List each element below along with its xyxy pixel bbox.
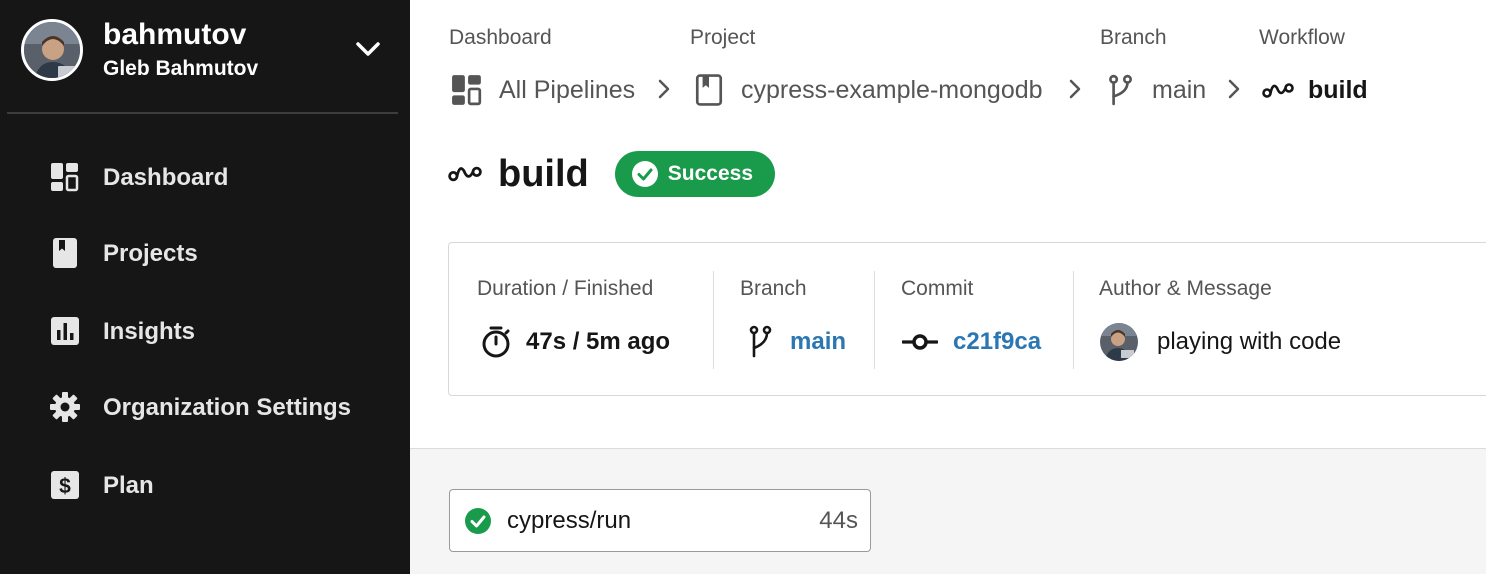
chevron-right-icon bbox=[1228, 79, 1240, 99]
branch-label: Branch bbox=[740, 277, 807, 300]
dollar-icon: $ bbox=[51, 471, 79, 499]
git-commit-icon bbox=[902, 334, 938, 350]
success-check-icon bbox=[465, 508, 491, 534]
breadcrumb-label: build bbox=[1308, 75, 1368, 104]
info-divider bbox=[1073, 271, 1074, 369]
svg-text:$: $ bbox=[59, 475, 71, 498]
project-book-icon bbox=[695, 74, 723, 106]
branch-link[interactable]: main bbox=[790, 328, 846, 356]
account-full-name: Gleb Bahmutov bbox=[103, 57, 259, 80]
dashboard-icon bbox=[51, 163, 79, 192]
sidebar-item-label: Organization Settings bbox=[103, 394, 352, 421]
breadcrumb-heading-dashboard: Dashboard bbox=[449, 26, 552, 49]
sidebar-divider bbox=[7, 112, 398, 114]
gear-icon bbox=[50, 392, 80, 422]
breadcrumb-branch[interactable]: main bbox=[1104, 70, 1206, 110]
chevron-right-icon bbox=[658, 79, 670, 99]
workflow-icon bbox=[1262, 83, 1294, 98]
stopwatch-icon bbox=[482, 326, 510, 358]
status-badge: Success bbox=[614, 151, 775, 197]
sidebar-item-label: Insights bbox=[103, 318, 196, 345]
job-card[interactable]: cypress/run 44s bbox=[449, 489, 871, 552]
workflow-info-card: Duration / Finished 47s / 5m ago Branch … bbox=[448, 242, 1486, 396]
job-name: cypress/run bbox=[507, 507, 632, 534]
sidebar-item-plan[interactable]: $ Plan bbox=[0, 458, 410, 514]
git-branch-icon bbox=[1109, 74, 1132, 106]
duration-text: 47s / 5m ago bbox=[526, 328, 671, 355]
breadcrumb-heading-workflow: Workflow bbox=[1259, 26, 1345, 49]
account-switcher[interactable]: bahmutov Gleb Bahmutov bbox=[0, 0, 410, 110]
info-divider bbox=[713, 271, 714, 369]
avatar bbox=[21, 19, 83, 81]
breadcrumb-project[interactable]: cypress-example-mongodb bbox=[693, 70, 1043, 110]
chevron-right-icon bbox=[1069, 79, 1081, 99]
branch-value[interactable]: main bbox=[745, 325, 846, 359]
breadcrumb-label: cypress-example-mongodb bbox=[741, 75, 1043, 104]
page-title: build bbox=[498, 152, 589, 195]
status-badge-label: Success bbox=[667, 162, 753, 185]
sidebar-item-label: Projects bbox=[103, 240, 198, 267]
check-circle-icon bbox=[631, 161, 658, 187]
info-divider bbox=[874, 271, 875, 369]
commit-message: playing with code bbox=[1157, 328, 1342, 355]
author-message-label: Author & Message bbox=[1099, 277, 1272, 300]
dashboard-icon bbox=[452, 75, 482, 106]
duration-label: Duration / Finished bbox=[477, 277, 654, 300]
avatar bbox=[1100, 323, 1138, 361]
breadcrumb-workflow[interactable]: build bbox=[1262, 70, 1368, 110]
commit-link[interactable]: c21f9ca bbox=[953, 328, 1041, 356]
breadcrumb-heading-branch: Branch bbox=[1100, 26, 1167, 49]
sidebar-item-projects[interactable]: Projects bbox=[0, 226, 410, 282]
breadcrumb-label: main bbox=[1152, 75, 1207, 104]
commit-label: Commit bbox=[901, 277, 974, 300]
git-branch-icon bbox=[749, 325, 772, 358]
project-book-icon bbox=[53, 238, 77, 268]
job-duration: 44s bbox=[819, 507, 858, 534]
commit-value[interactable]: c21f9ca bbox=[902, 325, 1041, 359]
duration-value: 47s / 5m ago bbox=[479, 325, 670, 359]
chevron-down-icon[interactable] bbox=[355, 38, 381, 60]
workflow-title-row: build Success bbox=[448, 150, 775, 198]
breadcrumb-label: All Pipelines bbox=[499, 75, 636, 104]
workflow-icon bbox=[448, 166, 482, 182]
breadcrumb-all-pipelines[interactable]: All Pipelines bbox=[451, 70, 635, 110]
jobs-panel: cypress/run 44s bbox=[410, 448, 1486, 574]
sidebar-item-label: Plan bbox=[103, 472, 154, 499]
sidebar: bahmutov Gleb Bahmutov Dashboard Project… bbox=[0, 0, 410, 574]
author-message-value: playing with code bbox=[1099, 323, 1342, 361]
sidebar-item-label: Dashboard bbox=[103, 164, 229, 191]
sidebar-item-insights[interactable]: Insights bbox=[0, 304, 410, 360]
sidebar-item-dashboard[interactable]: Dashboard bbox=[0, 150, 410, 206]
breadcrumb-heading-project: Project bbox=[690, 26, 756, 49]
insights-chart-icon bbox=[51, 317, 79, 345]
account-username: bahmutov bbox=[103, 18, 247, 51]
sidebar-item-organization-settings[interactable]: Organization Settings bbox=[0, 380, 410, 436]
